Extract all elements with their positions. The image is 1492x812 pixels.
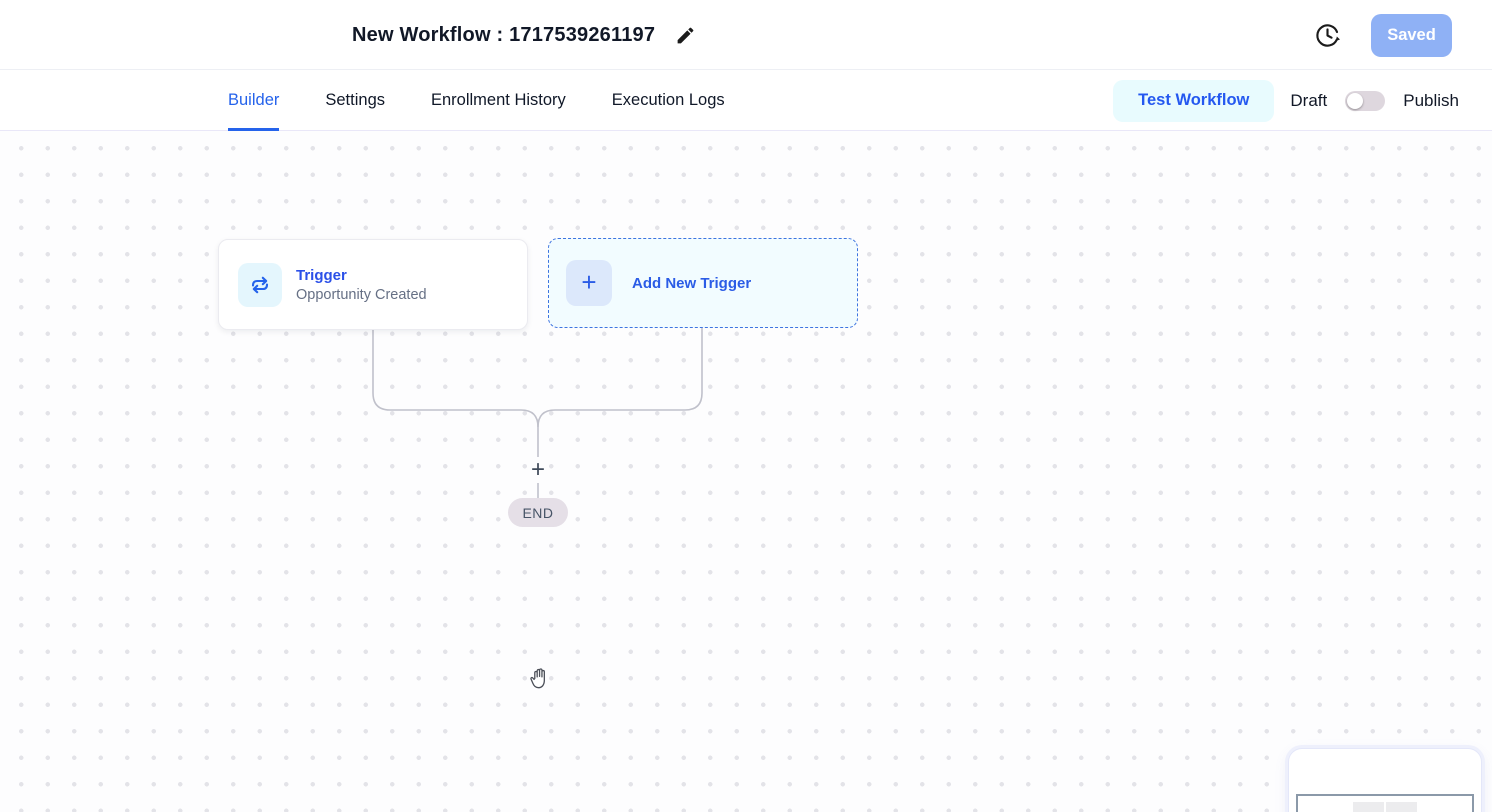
tab-builder[interactable]: Builder: [228, 70, 279, 131]
workflow-builder-page: New Workflow : 1717539261197 Saved: [0, 0, 1492, 812]
trigger-card-texts: Trigger Opportunity Created: [296, 267, 427, 303]
trigger-node-card[interactable]: Trigger Opportunity Created: [218, 239, 528, 330]
header-right-group: Saved: [1314, 0, 1452, 70]
workflow-canvas[interactable]: Trigger Opportunity Created + Add New Tr…: [0, 131, 1492, 812]
page-title: New Workflow : 1717539261197: [352, 24, 655, 47]
minimap-viewport: [1296, 794, 1474, 812]
plus-icon: +: [566, 260, 612, 306]
tabs-group: Builder Settings Enrollment History Exec…: [228, 70, 725, 131]
connector-lines: [0, 131, 1492, 812]
history-clock-icon: [1314, 22, 1341, 49]
edit-title-button[interactable]: [675, 25, 696, 46]
minimap-panel[interactable]: [1288, 748, 1482, 812]
end-badge: END: [508, 498, 568, 527]
add-new-trigger-label: Add New Trigger: [632, 275, 751, 292]
top-header: New Workflow : 1717539261197 Saved: [0, 0, 1492, 70]
pencil-icon: [675, 25, 696, 46]
publish-toggle[interactable]: [1345, 91, 1385, 111]
add-new-trigger-card[interactable]: + Add New Trigger: [548, 238, 858, 328]
version-history-button[interactable]: [1314, 22, 1341, 49]
draft-label: Draft: [1290, 91, 1327, 111]
tab-settings[interactable]: Settings: [325, 70, 385, 131]
plus-glyph: +: [581, 269, 596, 295]
tabbar-actions: Test Workflow Draft Publish: [1113, 70, 1459, 131]
saved-button[interactable]: Saved: [1371, 14, 1452, 57]
add-action-plus-button[interactable]: +: [524, 456, 552, 484]
workflow-title-block: New Workflow : 1717539261197: [352, 0, 696, 70]
open-hand-cursor-icon: [527, 666, 553, 692]
trigger-card-subtitle: Opportunity Created: [296, 287, 427, 303]
workflow-tabbar: Builder Settings Enrollment History Exec…: [0, 70, 1492, 131]
publish-label: Publish: [1403, 91, 1459, 111]
trigger-card-title: Trigger: [296, 267, 427, 284]
toggle-knob: [1347, 93, 1363, 109]
test-workflow-button[interactable]: Test Workflow: [1113, 80, 1274, 122]
minimap-node: [1386, 802, 1417, 812]
tab-enrollment-history[interactable]: Enrollment History: [431, 70, 566, 131]
tab-execution-logs[interactable]: Execution Logs: [612, 70, 725, 131]
swap-arrows-icon: [238, 263, 282, 307]
minimap-node: [1353, 802, 1384, 812]
